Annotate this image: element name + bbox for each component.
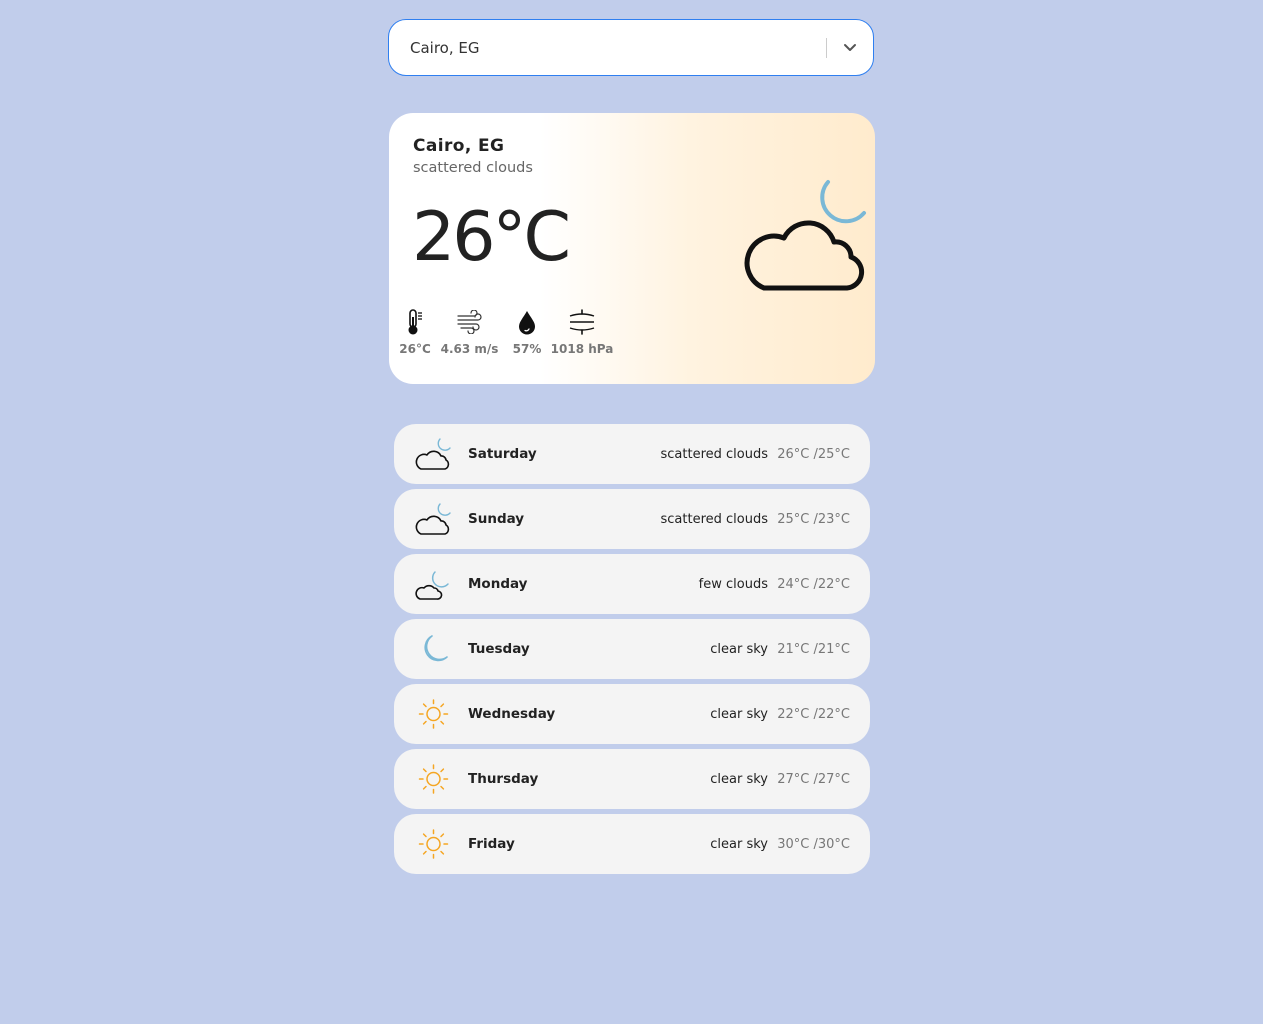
current-temperature: 26°C: [412, 198, 571, 277]
forecast-day-name: Saturday: [468, 446, 537, 462]
forecast-description: clear sky: [710, 641, 768, 657]
current-stats: 26°C 4.63 m/s 57% 1018 hPa: [399, 306, 620, 356]
stat-wind-value: 4.63 m/s: [440, 342, 499, 356]
dropdown-toggle[interactable]: [827, 20, 873, 75]
forecast-temperature-range: 26°C /25°C: [777, 446, 850, 462]
current-weather-description: scattered clouds: [413, 160, 533, 176]
city-search-input[interactable]: [389, 20, 826, 75]
pressure-icon: [569, 309, 595, 335]
forecast-day-name: Wednesday: [468, 706, 556, 722]
stat-feels-like: 26°C: [399, 306, 431, 356]
cloud-moon-icon: [415, 503, 451, 535]
forecast-day-name: Friday: [468, 836, 515, 852]
forecast-temperature-range: 24°C /22°C: [777, 576, 850, 592]
cloud-moon-icon: [415, 438, 451, 470]
sun-icon: [418, 829, 449, 859]
stat-humidity-value: 57%: [512, 342, 542, 356]
forecast-description: few clouds: [698, 576, 768, 592]
cloud-moon-icon: [744, 180, 866, 291]
forecast-description: scattered clouds: [660, 446, 769, 462]
forecast-description: clear sky: [710, 706, 768, 722]
forecast-day-name: Monday: [468, 576, 528, 592]
forecast-row-sunday[interactable]: Sunday scattered clouds 25°C /23°C: [394, 489, 870, 549]
forecast-temperature-range: 22°C /22°C: [777, 706, 850, 722]
forecast-description: clear sky: [710, 836, 768, 852]
sun-icon: [418, 699, 449, 729]
forecast-temperature-range: 30°C /30°C: [777, 836, 850, 852]
forecast-list: Saturday scattered clouds 26°C /25°C Sun…: [394, 424, 870, 879]
wind-icon: [456, 310, 482, 334]
current-city-name: Cairo, EG: [413, 136, 505, 156]
current-weather-card: Cairo, EG scattered clouds 26°C 26°C 4.6…: [389, 113, 875, 384]
forecast-temperature-range: 27°C /27°C: [777, 771, 850, 787]
forecast-description: clear sky: [710, 771, 768, 787]
city-search-select[interactable]: [388, 19, 874, 76]
forecast-day-name: Tuesday: [468, 641, 530, 657]
forecast-row-saturday[interactable]: Saturday scattered clouds 26°C /25°C: [394, 424, 870, 484]
chevron-down-icon: [844, 43, 856, 51]
humidity-drop-icon: [519, 311, 535, 335]
moon-icon: [424, 635, 448, 662]
stat-humidity: 57%: [510, 306, 544, 356]
forecast-row-monday[interactable]: Monday few clouds 24°C /22°C: [394, 554, 870, 614]
forecast-description: scattered clouds: [660, 511, 769, 527]
forecast-day-name: Thursday: [468, 771, 539, 787]
stat-feels-like-value: 26°C: [399, 342, 431, 356]
forecast-row-tuesday[interactable]: Tuesday clear sky 21°C /21°C: [394, 619, 870, 679]
forecast-row-friday[interactable]: Friday clear sky 30°C /30°C: [394, 814, 870, 874]
forecast-day-name: Sunday: [468, 511, 525, 527]
forecast-row-wednesday[interactable]: Wednesday clear sky 22°C /22°C: [394, 684, 870, 744]
forecast-temperature-range: 25°C /23°C: [777, 511, 850, 527]
few-clouds-moon-icon: [415, 571, 449, 600]
stat-pressure: 1018 hPa: [551, 306, 613, 356]
thermometer-icon: [408, 309, 422, 335]
sun-icon: [418, 764, 449, 794]
stat-wind: 4.63 m/s: [441, 306, 498, 356]
stat-pressure-value: 1018 hPa: [550, 342, 614, 356]
forecast-temperature-range: 21°C /21°C: [777, 641, 850, 657]
forecast-row-thursday[interactable]: Thursday clear sky 27°C /27°C: [394, 749, 870, 809]
